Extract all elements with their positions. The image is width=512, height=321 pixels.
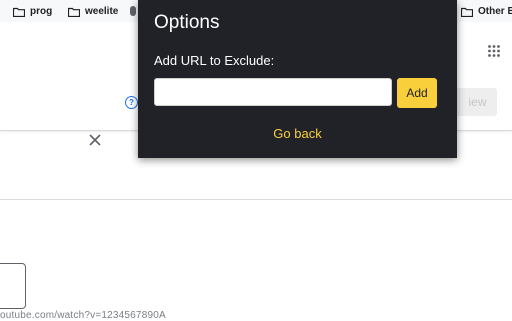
help-icon[interactable]: ? bbox=[125, 96, 138, 109]
bookmark-label: weelite bbox=[85, 5, 119, 17]
popup-title: Options bbox=[154, 12, 220, 33]
divider bbox=[0, 199, 512, 200]
folder-icon bbox=[461, 7, 473, 17]
add-button[interactable]: Add bbox=[397, 78, 437, 108]
folder-icon bbox=[13, 7, 25, 17]
folder-icon bbox=[68, 7, 80, 17]
video-url-field[interactable] bbox=[0, 263, 26, 309]
bookmark-label: prog bbox=[30, 5, 53, 17]
bookmark-other[interactable]: Other B bbox=[461, 4, 512, 18]
bookmark-prog[interactable]: prog bbox=[13, 4, 52, 18]
exclude-url-label: Add URL to Exclude: bbox=[154, 53, 275, 68]
bookmark-favicon[interactable] bbox=[130, 4, 136, 18]
options-popup: Options Add URL to Exclude: Add Go back bbox=[138, 0, 457, 158]
apps-grid-icon[interactable] bbox=[488, 44, 500, 57]
go-back-link[interactable]: Go back bbox=[138, 126, 457, 141]
bookmark-weelite[interactable]: weelite bbox=[68, 4, 118, 18]
url-hint: outube.com/watch?v=1234567890A bbox=[0, 310, 166, 321]
exclude-url-input[interactable] bbox=[154, 78, 392, 106]
bookmark-label: Other B bbox=[478, 5, 512, 17]
close-icon[interactable] bbox=[89, 133, 101, 146]
favicon-icon bbox=[130, 6, 136, 16]
